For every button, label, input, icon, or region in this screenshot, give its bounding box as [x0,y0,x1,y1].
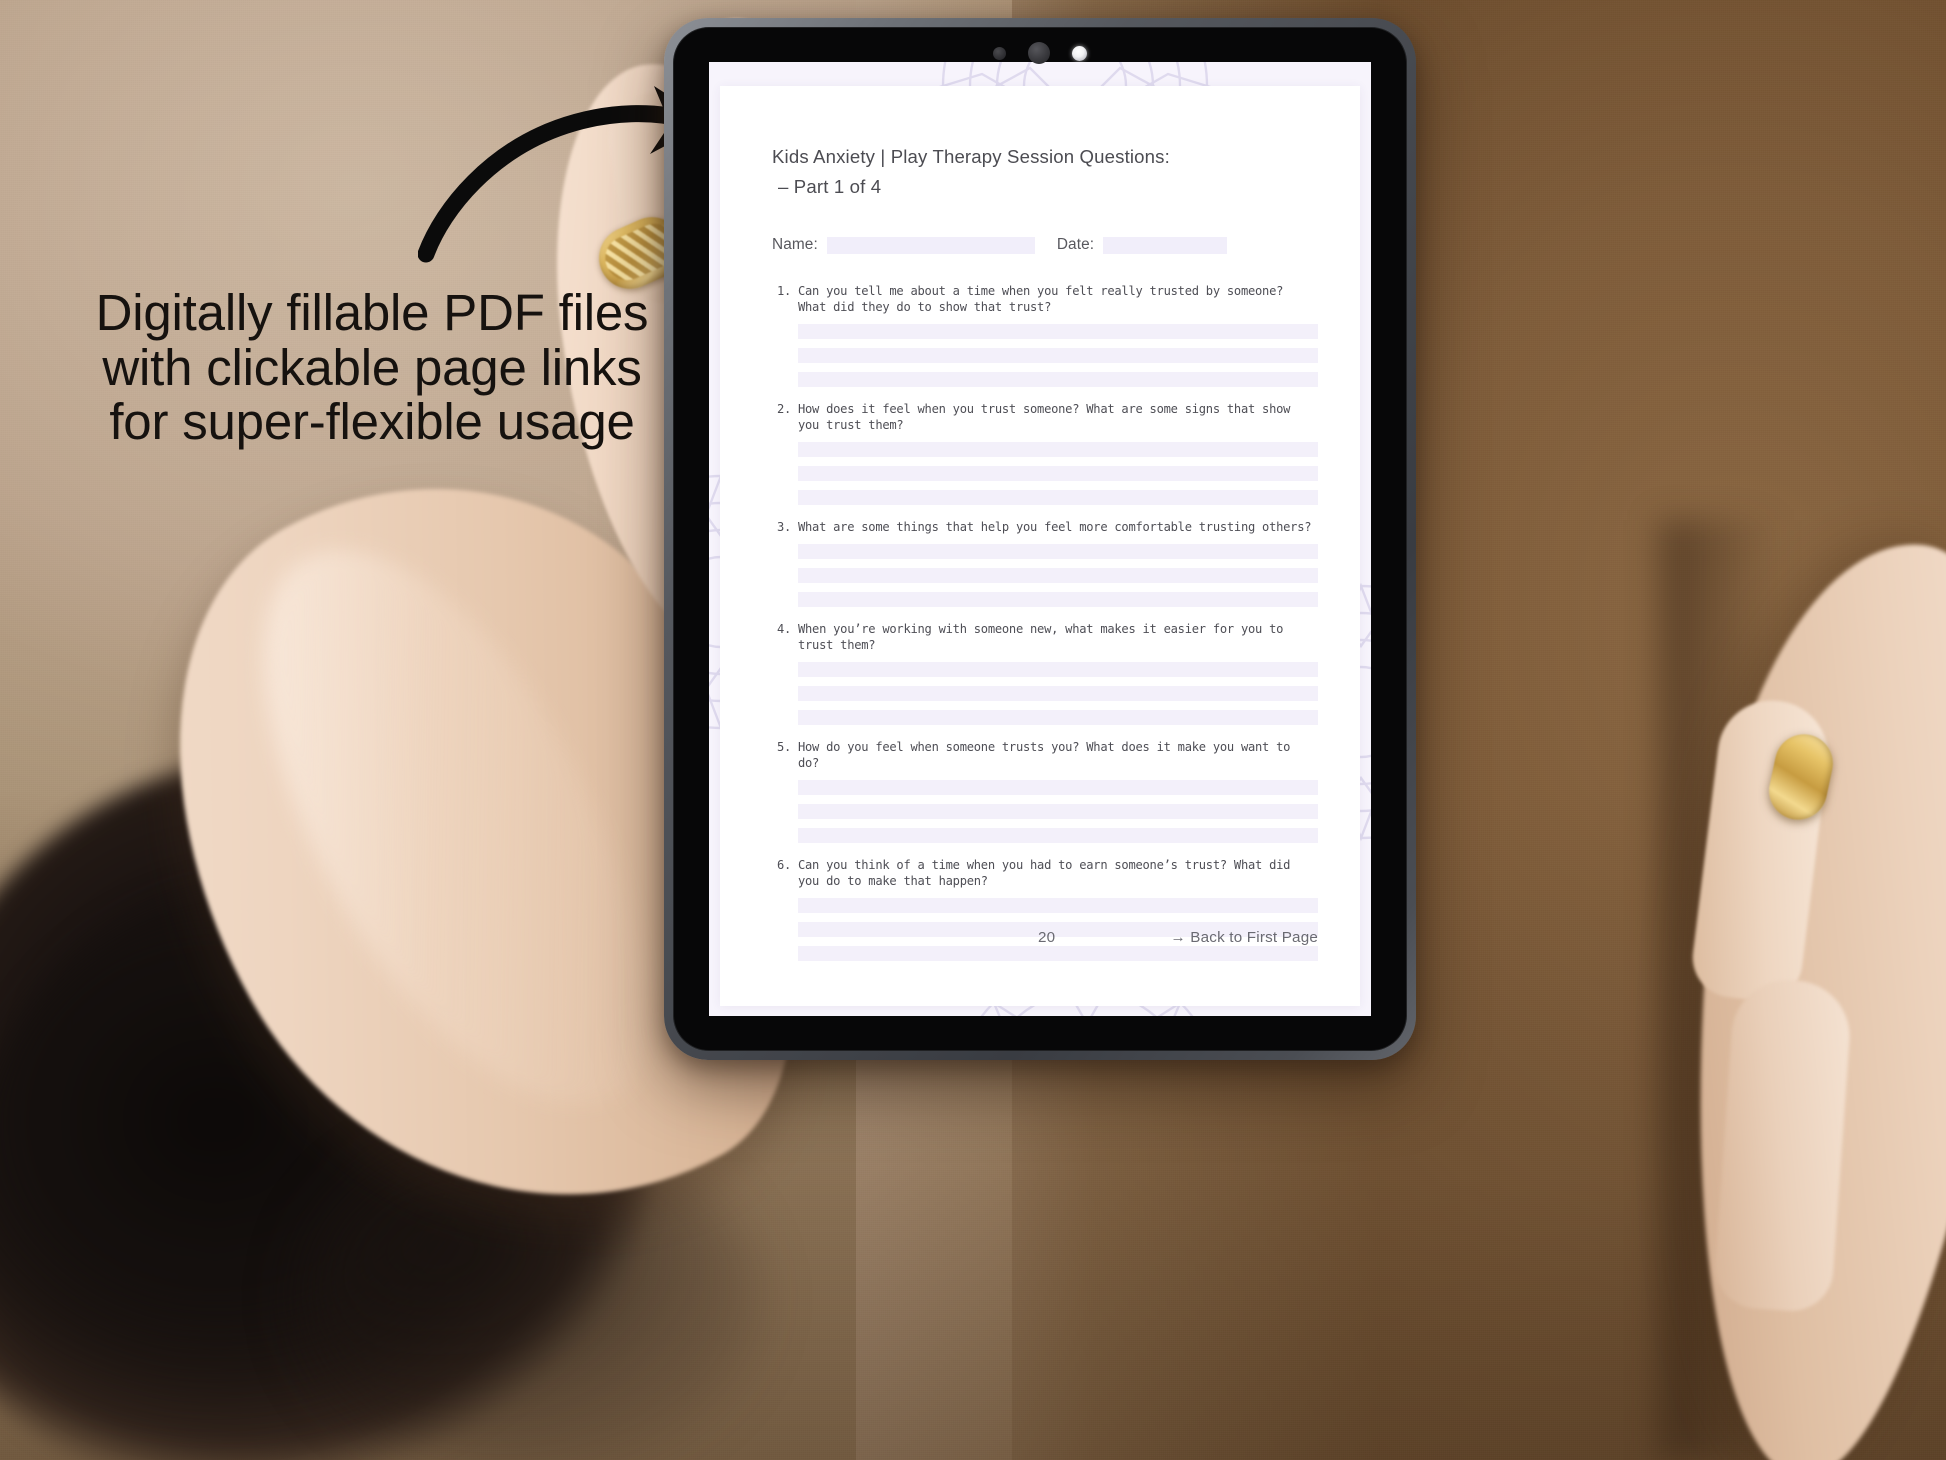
question-number: 2. [776,402,791,417]
answer-line[interactable] [798,567,1318,583]
question-item: 5. How do you feel when someone trusts y… [772,740,1318,843]
question-number: 5. [776,739,791,754]
promo-line-2: with clickable page links [102,338,642,396]
right-finger-middle [1712,976,1854,1314]
question-row: 5. How do you feel when someone trusts y… [772,740,1318,772]
front-camera-icon [1028,42,1050,64]
question-row: 4. When you’re working with someone new,… [772,622,1318,654]
tablet-device: Kids Anxiety | Play Therapy Session Ques… [664,18,1416,1060]
page-number: 20 [1038,929,1056,946]
question-number: 1. [776,284,791,299]
questions-list: 1. Can you tell me about a time when you… [772,284,1318,961]
answer-line[interactable] [798,779,1318,795]
question-text: Can you tell me about a time when you fe… [798,284,1284,315]
date-field-label: Date: [1056,236,1095,254]
answer-area[interactable] [772,442,1318,506]
answer-line[interactable] [798,709,1318,725]
question-text: How does it feel when you trust someone?… [798,402,1291,433]
question-item: 1. Can you tell me about a time when you… [772,284,1318,388]
question-number: 4. [776,621,791,636]
pdf-page[interactable]: Kids Anxiety | Play Therapy Session Ques… [720,86,1360,1006]
back-to-first-page-link[interactable]: → Back to First Page [1171,929,1319,946]
answer-line[interactable] [798,685,1318,701]
page-title: Kids Anxiety | Play Therapy Session Ques… [772,142,1318,202]
question-item: 3. What are some things that help you fe… [772,520,1318,607]
pdf-page-content: Kids Anxiety | Play Therapy Session Ques… [772,142,1318,1006]
answer-line[interactable] [798,803,1318,819]
answer-line[interactable] [798,897,1318,913]
question-row: 2. How does it feel when you trust someo… [772,402,1318,434]
answer-line[interactable] [798,324,1318,340]
promo-line-1: Digitally fillable PDF files [95,284,649,341]
question-row: 6. Can you think of a time when you had … [772,858,1318,890]
tablet-sensor-cluster [664,42,1416,64]
name-field-label: Name: [772,236,818,254]
answer-area[interactable] [772,324,1318,388]
answer-line[interactable] [798,466,1318,482]
name-input[interactable] [826,236,1035,254]
meta-fields-row: Name: Date: [772,236,1318,254]
answer-area[interactable] [772,661,1318,725]
question-text: Can you think of a time when you had to … [798,857,1291,888]
date-input[interactable] [1103,236,1228,254]
page-title-line-1: Kids Anxiety | Play Therapy Session Ques… [772,146,1170,167]
question-number: 3. [776,520,791,535]
answer-line[interactable] [798,490,1318,506]
answer-area[interactable] [772,779,1318,843]
question-text: When you’re working with someone new, wh… [798,621,1284,652]
question-item: 4. When you’re working with someone new,… [772,622,1318,725]
answer-line[interactable] [798,661,1318,677]
page-footer: 20 → Back to First Page [772,929,1318,946]
answer-line[interactable] [798,348,1318,364]
promo-line-3: for super-flexible usage [109,393,635,451]
question-row: 1. Can you tell me about a time when you… [772,284,1318,316]
question-row: 3. What are some things that help you fe… [772,520,1318,536]
promo-text: Digitally fillable PDF files with clicka… [62,284,682,451]
answer-line[interactable] [798,372,1318,388]
answer-area[interactable] [772,543,1318,607]
ambient-light-sensor-icon [993,46,1006,60]
answer-line[interactable] [798,442,1318,458]
product-mockup-scene: Digitally fillable PDF files with clicka… [0,0,1946,1460]
question-text: How do you feel when someone trusts you?… [798,739,1291,770]
question-item: 2. How does it feel when you trust someo… [772,402,1318,506]
answer-line[interactable] [798,591,1318,607]
answer-line[interactable] [798,543,1318,559]
answer-line[interactable] [798,945,1318,961]
tablet-screen[interactable]: Kids Anxiety | Play Therapy Session Ques… [709,62,1371,1016]
question-text: What are some things that help you feel … [798,520,1312,535]
page-title-line-2: – Part 1 of 4 [778,176,882,198]
answer-line[interactable] [798,827,1318,843]
indicator-light-icon [1072,45,1087,61]
question-number: 6. [776,857,791,872]
